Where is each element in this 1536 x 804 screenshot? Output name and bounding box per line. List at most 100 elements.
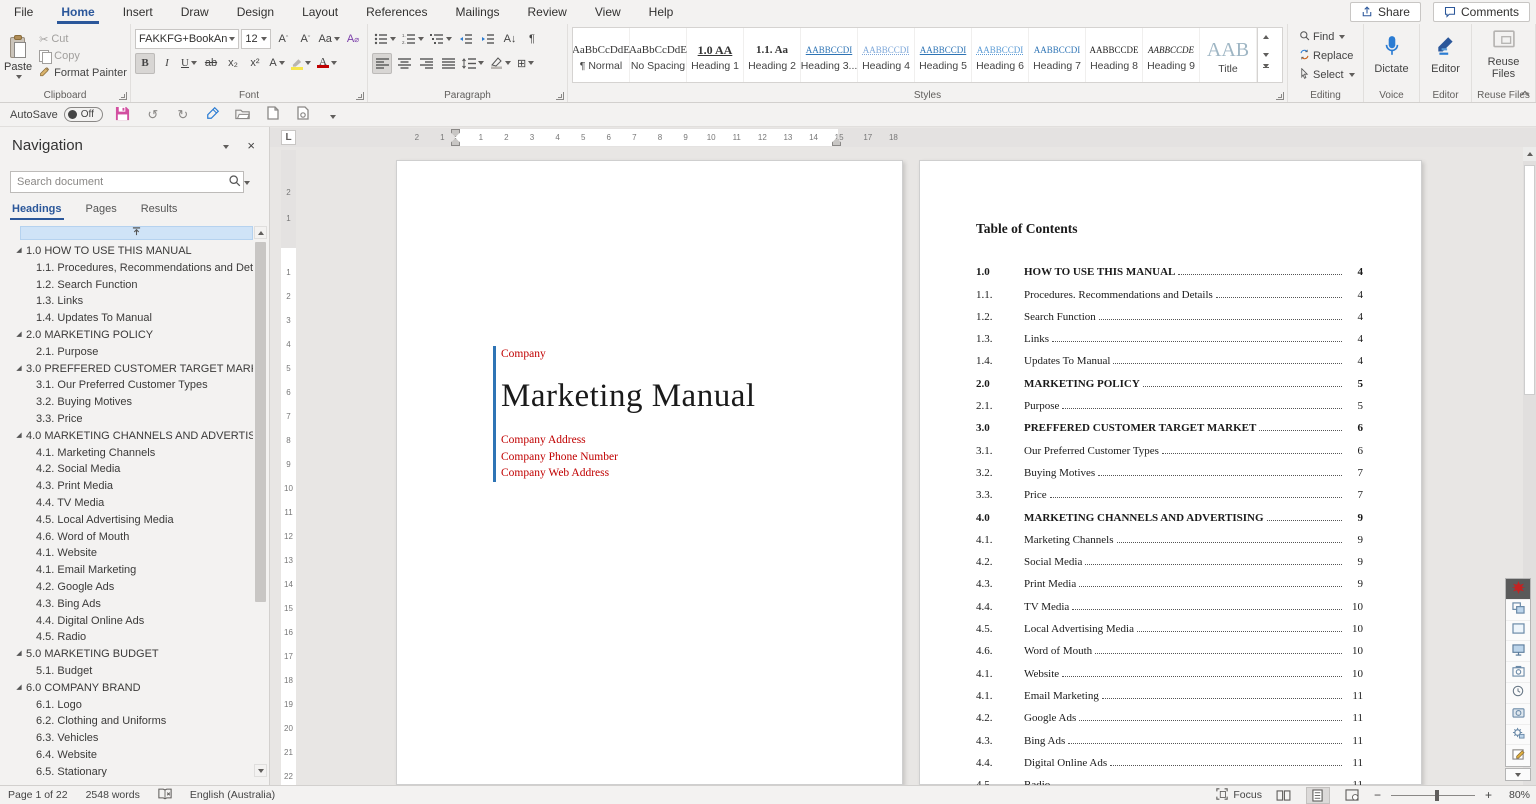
capture-toolbar-more-button[interactable] — [1505, 768, 1531, 781]
fullscreen-capture-button[interactable] — [1506, 641, 1530, 662]
zoom-slider-thumb[interactable] — [1435, 790, 1439, 801]
shading-button[interactable] — [488, 53, 513, 74]
expand-triangle-icon[interactable]: ◢ — [12, 680, 26, 697]
style-item[interactable]: AaBbCcDdE ¶ Normal — [573, 28, 630, 82]
highlight-button[interactable] — [289, 53, 313, 74]
sort-button[interactable]: A↓ — [500, 29, 520, 50]
zoom-in-button[interactable]: + — [1485, 788, 1492, 802]
scroll-down-button[interactable] — [254, 764, 267, 777]
ribbon-tab[interactable]: Design — [223, 0, 288, 24]
ribbon-tab[interactable]: Layout — [288, 0, 352, 24]
expand-triangle-icon[interactable]: ◢ — [12, 361, 26, 378]
ribbon-tab[interactable]: Review — [514, 0, 581, 24]
print-layout-button[interactable] — [1306, 787, 1330, 804]
region-capture-button[interactable] — [1506, 621, 1530, 642]
heading-item[interactable]: ◢ 1.1. Procedures, Recommendations and D… — [0, 260, 253, 277]
ribbon-tab[interactable]: Home — [47, 0, 108, 24]
heading-item[interactable]: ◢ 4.5. Radio — [0, 629, 253, 646]
zoom-slider[interactable] — [1391, 795, 1475, 796]
snapshot-button[interactable] — [1506, 704, 1530, 725]
heading-item[interactable]: ◢ 4.3. Bing Ads — [0, 596, 253, 613]
style-item[interactable]: AABBCCDE Heading 8 — [1086, 28, 1143, 82]
cut-button[interactable]: ✂ Cut — [36, 32, 130, 47]
font-dialog-launcher[interactable] — [356, 92, 364, 100]
style-item[interactable]: AABBCCDI Heading 4 — [858, 28, 915, 82]
heading-item[interactable]: ◢ 4.1. Website — [0, 545, 253, 562]
toc-entry[interactable]: 4.6. Word of Mouth 10 — [976, 636, 1363, 658]
toc-entry[interactable]: 4.1. Marketing Channels 9 — [976, 525, 1363, 547]
company-phone-line[interactable]: Company Phone Number — [501, 449, 853, 466]
bold-button[interactable]: B — [135, 53, 155, 74]
scroll-up-button[interactable] — [254, 226, 267, 239]
heading-item[interactable]: ◢ 6.1. Logo — [0, 697, 253, 714]
text-effects-button[interactable]: A — [267, 53, 287, 74]
vertical-ruler[interactable]: 21 1234567891011121314151617181920212223 — [281, 150, 296, 785]
paragraph-dialog-launcher[interactable] — [556, 92, 564, 100]
style-item[interactable]: AABBCCDE Heading 9 — [1143, 28, 1200, 82]
superscript-button[interactable]: x² — [245, 53, 265, 74]
autosave-toggle[interactable]: Off — [64, 107, 103, 122]
toc-entry[interactable]: 1.3. Links 4 — [976, 324, 1363, 346]
ribbon-tab[interactable]: Insert — [109, 0, 167, 24]
save-button[interactable] — [113, 106, 133, 124]
underline-button[interactable]: U — [179, 53, 199, 74]
toc-entry[interactable]: 4.2. Social Media 9 — [976, 547, 1363, 569]
heading-item[interactable]: ◢ 1.0 HOW TO USE THIS MANUAL — [0, 243, 253, 260]
toc-entry[interactable]: 4.0 MARKETING CHANNELS AND ADVERTISING 9 — [976, 502, 1363, 524]
heading-item[interactable]: ◢ 3.0 PREFFERED CUSTOMER TARGET MARKET — [0, 361, 253, 378]
capture-active-button[interactable] — [1506, 579, 1530, 600]
heading-item[interactable]: ◢ 2.1. Purpose — [0, 344, 253, 361]
heading-item[interactable]: ◢ 3.1. Our Preferred Customer Types — [0, 377, 253, 394]
web-layout-button[interactable] — [1340, 787, 1364, 804]
align-center-button[interactable] — [394, 53, 414, 74]
align-left-button[interactable] — [372, 53, 392, 74]
heading-item[interactable]: ◢ 4.3. Print Media — [0, 478, 253, 495]
zoom-level-indicator[interactable]: 80% — [1502, 789, 1530, 801]
heading-item[interactable]: ◢ 3.3. Price — [0, 411, 253, 428]
document-page-1[interactable]: Company Marketing Manual Company Address… — [396, 160, 903, 785]
subscript-button[interactable]: x₂ — [223, 53, 243, 74]
italic-button[interactable]: I — [157, 53, 177, 74]
heading-item[interactable]: ◢ 4.4. TV Media — [0, 495, 253, 512]
heading-item[interactable]: ◢ 2.0 MARKETING POLICY — [0, 327, 253, 344]
heading-item[interactable]: ◢ 4.6. Word of Mouth — [0, 529, 253, 546]
dictate-button[interactable]: Dictate — [1368, 27, 1415, 83]
font-color-button[interactable]: A — [315, 53, 339, 74]
toc-entry[interactable]: 1.0 HOW TO USE THIS MANUAL 4 — [976, 257, 1363, 279]
tab-selector-button[interactable]: L — [281, 130, 296, 145]
copy-capture-button[interactable] — [1506, 600, 1530, 621]
heading-item[interactable]: ◢ 5.0 MARKETING BUDGET — [0, 646, 253, 663]
open-file-button[interactable] — [233, 107, 253, 123]
find-button[interactable]: Find — [1296, 27, 1359, 46]
heading-item[interactable]: ◢ 6.0 COMPANY BRAND — [0, 680, 253, 697]
heading-item[interactable]: ◢ 4.5. Local Advertising Media — [0, 512, 253, 529]
styles-dialog-launcher[interactable] — [1276, 92, 1284, 100]
navigation-scrollbar[interactable] — [254, 226, 267, 777]
heading-item[interactable]: ◢ 4.1. Marketing Channels — [0, 445, 253, 462]
toc-entry[interactable]: 1.4. Updates To Manual 4 — [976, 346, 1363, 368]
expand-triangle-icon[interactable]: ◢ — [12, 243, 26, 260]
share-button[interactable]: Share — [1350, 2, 1421, 22]
style-item[interactable]: AABBCCDI Heading 7 — [1029, 28, 1086, 82]
zoom-out-button[interactable]: − — [1374, 788, 1381, 802]
ribbon-tab[interactable]: File — [0, 0, 47, 24]
heading-item[interactable]: ◢ 4.1. Email Marketing — [0, 562, 253, 579]
heading-item[interactable]: ◢ 1.4. Updates To Manual — [0, 310, 253, 327]
print-preview-button[interactable] — [293, 106, 313, 123]
doc-scroll-thumb[interactable] — [1524, 165, 1535, 395]
style-item[interactable]: AABBCCDI Heading 3... — [801, 28, 858, 82]
styles-expand-button[interactable] — [1258, 64, 1273, 82]
comments-button[interactable]: Comments — [1433, 2, 1530, 22]
search-icon[interactable] — [228, 174, 241, 190]
company-web-line[interactable]: Company Web Address — [501, 465, 853, 482]
heading-item[interactable]: ◢ 6.5. Stationary — [0, 764, 253, 777]
styles-scroll-down-button[interactable] — [1258, 46, 1273, 64]
copy-button[interactable]: Copy — [36, 49, 130, 63]
read-mode-button[interactable] — [1272, 787, 1296, 804]
timer-capture-button[interactable] — [1506, 683, 1530, 704]
customize-qat-button[interactable] — [323, 107, 343, 122]
paste-dropdown-icon[interactable] — [16, 75, 22, 79]
line-spacing-button[interactable] — [460, 53, 486, 74]
font-name-select[interactable]: FAKKFG+BookAn — [135, 29, 239, 49]
ribbon-tab[interactable]: Draw — [167, 0, 223, 24]
